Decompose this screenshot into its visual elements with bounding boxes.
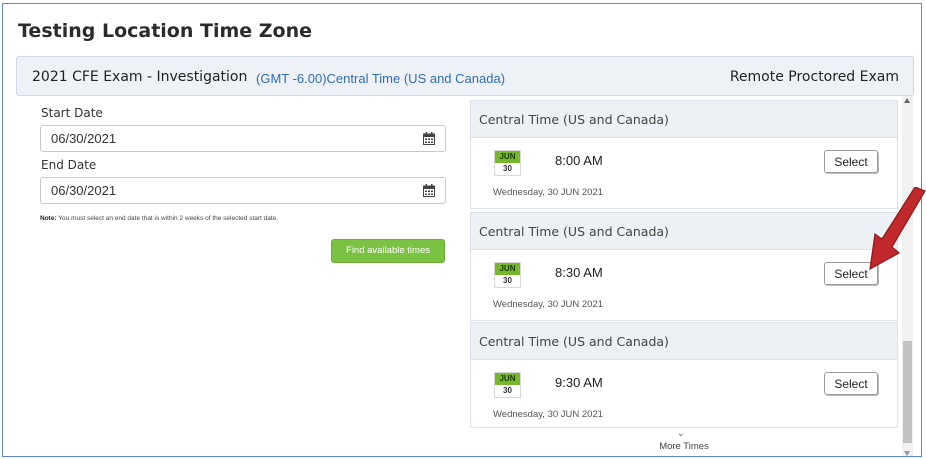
badge-month: JUN (495, 373, 520, 385)
badge-month: JUN (495, 151, 520, 163)
exam-header: 2021 CFE Exam - Investigation (GMT -6.00… (16, 56, 914, 96)
page-title: Testing Location Time Zone (18, 20, 313, 42)
calendar-icon[interactable] (423, 132, 435, 145)
select-slot-button[interactable]: Select (824, 150, 878, 173)
slot-body: JUN 30 8:00 AM Wednesday, 30 JUN 2021 Se… (471, 138, 897, 208)
badge-day: 30 (503, 386, 512, 395)
testing-location-panel: Testing Location Time Zone 2021 CFE Exam… (2, 3, 922, 457)
slot-date: Wednesday, 30 JUN 2021 (493, 187, 604, 198)
exam-name: 2021 CFE Exam - Investigation (32, 69, 248, 85)
exam-timezone: (GMT -6.00)Central Time (US and Canada) (256, 71, 506, 86)
date-badge: JUN 30 (494, 150, 521, 176)
select-slot-button[interactable]: Select (824, 372, 878, 395)
time-slot: Central Time (US and Canada) JUN 30 8:30… (470, 212, 898, 321)
slot-timezone: Central Time (US and Canada) (471, 213, 897, 250)
note-text: You must select an end date that is with… (56, 215, 279, 222)
slot-body: JUN 30 8:30 AM Wednesday, 30 JUN 2021 Se… (471, 250, 897, 320)
date-badge: JUN 30 (494, 262, 521, 288)
slot-time: 8:00 AM (555, 153, 603, 168)
start-date-field[interactable] (40, 125, 446, 152)
note-label: Note: (40, 215, 57, 222)
chevron-down-icon: ⌄ (677, 428, 685, 438)
slot-time: 8:30 AM (555, 265, 603, 280)
slot-timezone: Central Time (US and Canada) (471, 101, 897, 138)
slot-date: Wednesday, 30 JUN 2021 (493, 299, 604, 310)
start-date-label: Start Date (41, 106, 103, 120)
end-date-label: End Date (41, 158, 97, 172)
date-range-note: Note: You must select an end date that i… (40, 215, 278, 222)
badge-day: 30 (503, 276, 512, 285)
scroll-up-icon[interactable] (904, 98, 910, 103)
slot-timezone: Central Time (US and Canada) (471, 323, 897, 360)
scroll-down-icon[interactable] (904, 451, 910, 456)
end-date-input[interactable] (51, 183, 411, 198)
badge-day: 30 (503, 164, 512, 173)
end-date-field[interactable] (40, 177, 446, 204)
slot-time: 9:30 AM (555, 375, 603, 390)
more-times-label: More Times (659, 441, 709, 452)
time-slot: Central Time (US and Canada) JUN 30 8:00… (470, 100, 898, 209)
time-slot: Central Time (US and Canada) JUN 30 9:30… (470, 322, 898, 431)
red-arrow-annotation (869, 187, 926, 271)
start-date-input[interactable] (51, 131, 411, 146)
badge-month: JUN (495, 263, 520, 275)
scrollbar-thumb[interactable] (903, 341, 912, 443)
more-times-button[interactable]: ⌄ More Times (470, 427, 898, 456)
date-badge: JUN 30 (494, 372, 521, 398)
find-available-times-button[interactable]: Find available times (331, 239, 445, 263)
exam-type: Remote Proctored Exam (729, 69, 899, 85)
calendar-icon[interactable] (423, 184, 435, 197)
slot-body: JUN 30 9:30 AM Wednesday, 30 JUN 2021 Se… (471, 360, 897, 430)
time-slot-list[interactable]: Central Time (US and Canada) JUN 30 8:00… (470, 100, 898, 456)
slot-date: Wednesday, 30 JUN 2021 (493, 409, 604, 420)
